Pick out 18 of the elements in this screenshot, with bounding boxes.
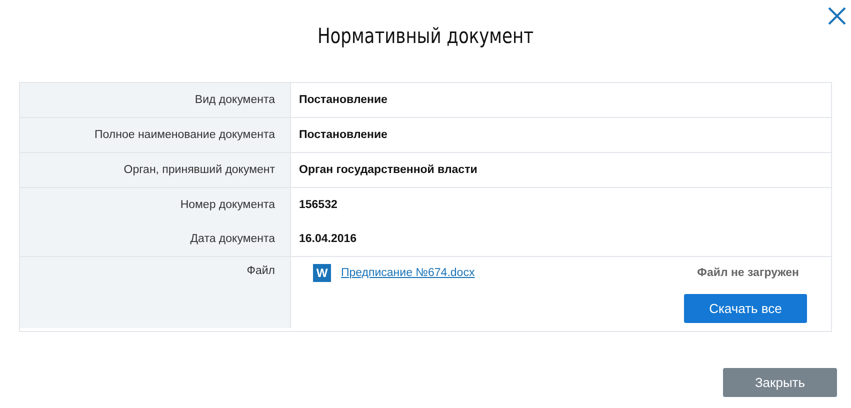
document-icon: W: [313, 264, 331, 282]
field-value: Постановление: [298, 93, 388, 108]
file-link[interactable]: Предписание №674.docx: [341, 267, 475, 279]
field-value: Постановление: [298, 128, 388, 143]
field-value: Орган государственной власти: [298, 163, 478, 178]
field-label: Орган, принявший документ: [20, 153, 291, 187]
dialog-title: Нормативный документ: [316, 23, 534, 50]
close-icon[interactable]: [827, 6, 847, 26]
field-label: Файл: [20, 257, 291, 328]
download-all-button[interactable]: Скачать все: [684, 294, 807, 323]
field-value: 16.04.2016: [298, 232, 358, 247]
file-status: Файл не загружен: [697, 267, 799, 279]
close-button[interactable]: Закрыть: [723, 368, 837, 397]
field-label: Номер документа: [20, 188, 291, 222]
field-label: Дата документа: [20, 222, 291, 256]
field-label: Полное наименование документа: [20, 118, 291, 152]
field-label: Вид документа: [20, 83, 291, 117]
field-value: 156532: [298, 198, 338, 213]
